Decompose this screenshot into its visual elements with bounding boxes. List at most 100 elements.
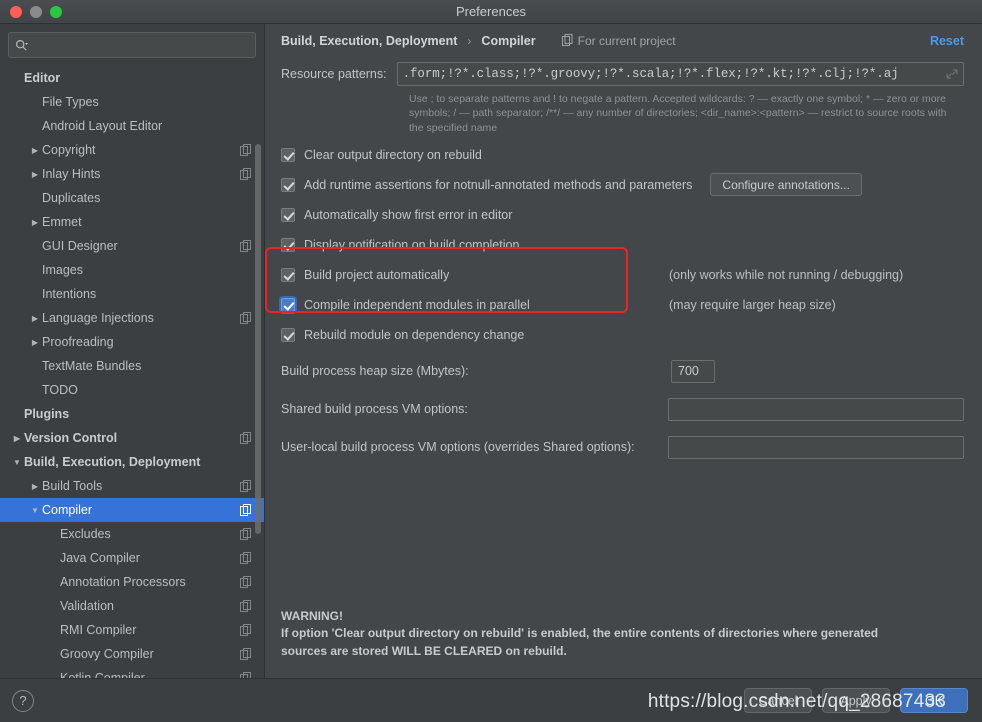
sidebar-scrollbar[interactable] <box>255 144 261 534</box>
sidebar-item-editor[interactable]: Editor <box>0 66 264 90</box>
breadcrumb-parent[interactable]: Build, Execution, Deployment <box>281 34 457 48</box>
sidebar-item-excludes[interactable]: Excludes <box>0 522 264 546</box>
sidebar-item-label: Validation <box>60 599 240 613</box>
copy-settings-icon[interactable] <box>240 576 252 588</box>
copy-settings-icon[interactable] <box>240 168 252 180</box>
settings-tree[interactable]: EditorFile TypesAndroid Layout Editor▶Co… <box>0 64 264 678</box>
sidebar-item-build-tools[interactable]: ▶Build Tools <box>0 474 264 498</box>
zoom-window-button[interactable] <box>50 6 62 18</box>
ok-button[interactable]: OK <box>900 688 968 713</box>
help-button[interactable]: ? <box>12 690 34 712</box>
chevron-down-icon[interactable]: ▼ <box>28 506 42 515</box>
chevron-right-icon[interactable]: ▶ <box>10 434 24 443</box>
sidebar-item-validation[interactable]: Validation <box>0 594 264 618</box>
chevron-right-icon[interactable]: ▶ <box>28 218 42 227</box>
copy-settings-icon[interactable] <box>240 648 252 660</box>
search-box[interactable] <box>8 32 256 58</box>
copy-settings-icon[interactable] <box>240 600 252 612</box>
reset-link[interactable]: Reset <box>930 34 964 48</box>
checkbox-row[interactable]: Compile independent modules in parallel(… <box>281 294 964 315</box>
close-window-button[interactable] <box>10 6 22 18</box>
checkbox-label: Clear output directory on rebuild <box>304 148 482 162</box>
input-build-process-heap-size-mbytes[interactable] <box>671 360 715 383</box>
sidebar-item-kotlin-compiler[interactable]: Kotlin Compiler <box>0 666 264 678</box>
sidebar-item-build-execution-deployment[interactable]: ▼Build, Execution, Deployment <box>0 450 264 474</box>
sidebar-item-compiler[interactable]: ▼Compiler <box>0 498 264 522</box>
cancel-button[interactable]: Cancel <box>744 688 812 713</box>
copy-settings-icon[interactable] <box>240 528 252 540</box>
preferences-window: Preferences EditorFile TypesAndroid Layo <box>0 0 982 722</box>
field-row: Shared build process VM options: <box>281 397 964 421</box>
checkbox-row[interactable]: Automatically show first error in editor <box>281 204 964 225</box>
copy-settings-icon[interactable] <box>240 552 252 564</box>
checkbox-display-notification-on-build-completion[interactable] <box>281 238 295 252</box>
scope-label: For current project <box>578 34 676 48</box>
sidebar-item-label: Build Tools <box>42 479 240 493</box>
checkbox-rebuild-module-on-dependency-change[interactable] <box>281 328 295 342</box>
field-row: Build process heap size (Mbytes): <box>281 359 964 383</box>
checkbox-build-project-automatically[interactable] <box>281 268 295 282</box>
sidebar-item-language-injections[interactable]: ▶Language Injections <box>0 306 264 330</box>
resource-patterns-input[interactable] <box>403 67 945 81</box>
checkbox-automatically-show-first-error-in-editor[interactable] <box>281 208 295 222</box>
configure-annotations-button[interactable]: Configure annotations... <box>710 173 861 196</box>
minimize-window-button[interactable] <box>30 6 42 18</box>
sidebar-item-android-layout-editor[interactable]: Android Layout Editor <box>0 114 264 138</box>
chevron-right-icon[interactable]: ▶ <box>28 314 42 323</box>
sidebar-item-intentions[interactable]: Intentions <box>0 282 264 306</box>
sidebar-item-label: GUI Designer <box>42 239 240 253</box>
checkbox-add-runtime-assertions-for-notnull-annotated-methods-and-parameters[interactable] <box>281 178 295 192</box>
copy-settings-icon[interactable] <box>240 312 252 324</box>
breadcrumb-separator: › <box>465 34 473 48</box>
title-bar: Preferences <box>0 0 982 24</box>
checkbox-row[interactable]: Build project automatically(only works w… <box>281 264 964 285</box>
sidebar-item-label: Language Injections <box>42 311 240 325</box>
chevron-down-icon[interactable]: ▼ <box>10 458 24 467</box>
compiler-options-list: Clear output directory on rebuild Add run… <box>281 144 964 345</box>
copy-settings-icon[interactable] <box>240 432 252 444</box>
expand-icon[interactable] <box>945 67 959 81</box>
chevron-right-icon[interactable]: ▶ <box>28 170 42 179</box>
sidebar-item-file-types[interactable]: File Types <box>0 90 264 114</box>
chevron-right-icon[interactable]: ▶ <box>28 338 42 347</box>
input-user-local-build-process-vm-options-over[interactable] <box>668 436 964 459</box>
sidebar-item-emmet[interactable]: ▶Emmet <box>0 210 264 234</box>
copy-settings-icon[interactable] <box>240 240 252 252</box>
copy-settings-icon[interactable] <box>240 504 252 516</box>
sidebar-item-plugins[interactable]: Plugins <box>0 402 264 426</box>
search-container <box>0 24 264 64</box>
sidebar-item-copyright[interactable]: ▶Copyright <box>0 138 264 162</box>
search-input[interactable] <box>32 38 249 52</box>
resource-patterns-field[interactable] <box>397 62 964 86</box>
checkbox-row[interactable]: Clear output directory on rebuild <box>281 144 964 165</box>
sidebar-item-rmi-compiler[interactable]: RMI Compiler <box>0 618 264 642</box>
sidebar-item-images[interactable]: Images <box>0 258 264 282</box>
sidebar-item-gui-designer[interactable]: GUI Designer <box>0 234 264 258</box>
sidebar-item-java-compiler[interactable]: Java Compiler <box>0 546 264 570</box>
checkbox-compile-independent-modules-in-parallel[interactable] <box>281 298 295 312</box>
sidebar-item-proofreading[interactable]: ▶Proofreading <box>0 330 264 354</box>
resource-patterns-label: Resource patterns: <box>281 67 387 81</box>
sidebar-item-inlay-hints[interactable]: ▶Inlay Hints <box>0 162 264 186</box>
sidebar-item-version-control[interactable]: ▶Version Control <box>0 426 264 450</box>
field-row: User-local build process VM options (ove… <box>281 435 964 459</box>
apply-button[interactable]: Apply <box>822 688 890 713</box>
checkbox-row[interactable]: Display notification on build completion <box>281 234 964 255</box>
copy-settings-icon[interactable] <box>240 480 252 492</box>
sidebar-item-label: Version Control <box>24 431 240 445</box>
window-body: EditorFile TypesAndroid Layout Editor▶Co… <box>0 24 982 678</box>
checkbox-row[interactable]: Add runtime assertions for notnull-annot… <box>281 174 964 195</box>
sidebar-item-groovy-compiler[interactable]: Groovy Compiler <box>0 642 264 666</box>
checkbox-row[interactable]: Rebuild module on dependency change <box>281 324 964 345</box>
sidebar-item-duplicates[interactable]: Duplicates <box>0 186 264 210</box>
sidebar-item-todo[interactable]: TODO <box>0 378 264 402</box>
copy-settings-icon[interactable] <box>240 624 252 636</box>
sidebar-item-textmate-bundles[interactable]: TextMate Bundles <box>0 354 264 378</box>
copy-settings-icon[interactable] <box>240 144 252 156</box>
sidebar-item-annotation-processors[interactable]: Annotation Processors <box>0 570 264 594</box>
sidebar-item-label: Plugins <box>24 407 252 421</box>
chevron-right-icon[interactable]: ▶ <box>28 146 42 155</box>
checkbox-clear-output-directory-on-rebuild[interactable] <box>281 148 295 162</box>
chevron-right-icon[interactable]: ▶ <box>28 482 42 491</box>
input-shared-build-process-vm-options[interactable] <box>668 398 964 421</box>
